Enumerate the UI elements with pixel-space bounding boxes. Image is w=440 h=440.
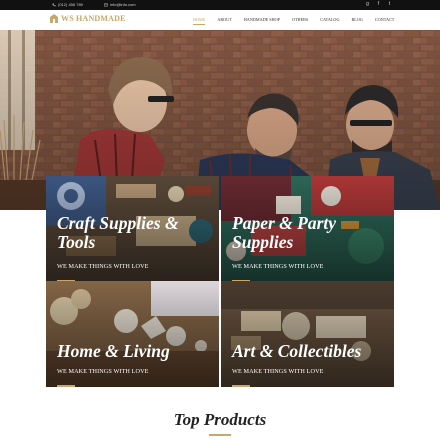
site-header: WS HANDMADE HOME ABOUT HANDMADE SHOP OTH… [0,10,440,30]
category-title: Art & Collectibles [232,341,362,361]
nav-catalog[interactable]: CATALOG [320,17,339,22]
category-subtitle: WE MAKE THINGS WITH LOVE [232,368,324,375]
phone-text: (012) 456 789 [58,2,83,7]
phone-icon [52,2,56,6]
category-tile-craft-supplies[interactable]: Craft Supplies & Tools WE MAKE THINGS WI… [46,176,219,282]
category-tile-paper-party[interactable]: Paper & Party Supplies WE MAKE THINGS WI… [221,176,394,282]
category-subtitle: WE MAKE THINGS WITH LOVE [232,263,324,270]
email-contact[interactable]: info@info.com [104,2,136,7]
category-subtitle: WE MAKE THINGS WITH LOVE [57,368,149,375]
category-title: Paper & Party Supplies [232,213,337,252]
category-accent-bar [232,385,250,387]
logo-text: WS HANDMADE [61,14,126,23]
category-tile-home-living[interactable]: Home & Living WE MAKE THINGS WITH LOVE [46,281,219,387]
category-subtitle: WE MAKE THINGS WITH LOVE [57,263,149,270]
nav-home[interactable]: HOME [193,17,206,25]
social-links: g f t [365,2,392,7]
nav-handmade-shop[interactable]: HANDMADE SHOP [244,17,280,22]
category-title: Home & Living [57,341,170,361]
nav-contact[interactable]: CONTACT [375,17,394,22]
google-plus-icon[interactable]: g [365,2,370,7]
logo-house-icon [50,14,58,23]
top-products-heading: Top Products [173,410,267,429]
main-nav: HOME ABOUT HANDMADE SHOP OTHERS CATALOG … [193,17,406,25]
facebook-icon[interactable]: f [376,2,381,7]
heading-underline [209,434,231,436]
nav-about[interactable]: ABOUT [217,17,231,22]
email-text: info@info.com [110,2,136,7]
twitter-icon[interactable]: t [387,2,392,7]
category-tile-art-collectibles[interactable]: Art & Collectibles WE MAKE THINGS WITH L… [221,281,394,387]
mail-icon [104,3,108,6]
nav-blog[interactable]: BLOG [351,17,362,22]
site-logo[interactable]: WS HANDMADE [50,14,126,23]
category-title: Craft Supplies & Tools [57,213,179,252]
top-bar: (012) 456 789 info@info.com g f t [0,0,440,10]
nav-others[interactable]: OTHERS [292,17,308,22]
category-accent-bar [57,385,75,387]
phone-contact[interactable]: (012) 456 789 [52,2,83,7]
